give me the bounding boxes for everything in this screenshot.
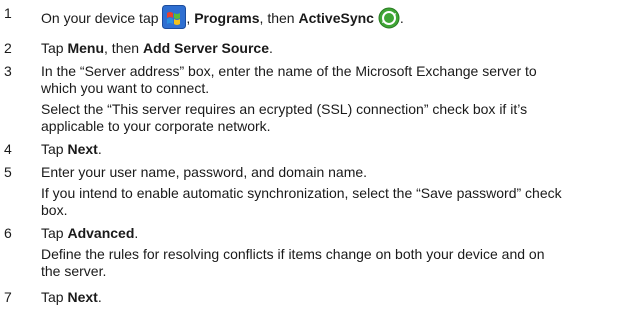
note-rules-line-2: the server. [41,263,107,279]
step-number: 1 [4,5,12,21]
step-number: 4 [4,141,12,157]
step-text: Tap Advanced. [41,225,139,241]
note-password-line-2: box. [41,202,68,218]
step-text: Tap Menu, then Add Server Source. [41,40,273,56]
note-ssl-line-2: applicable to your corporate network. [41,118,271,134]
step-number: 5 [4,164,12,180]
note-password-line-1: If you intend to enable automatic synchr… [41,185,562,201]
step-text-line-2: which you want to connect. [41,80,210,96]
step-text: Tap Next. [41,141,102,157]
step-text: On your device tap , Programs, then Acti… [41,5,404,33]
activesync-icon [378,7,400,33]
step-number: 6 [4,225,12,241]
step-text: Tap Next. [41,289,102,305]
windows-start-icon [162,5,187,33]
step-number: 7 [4,289,12,305]
step-text: Enter your user name, password, and doma… [41,164,368,180]
step-text-line-1: In the “Server address” box, enter the n… [41,63,537,79]
step-number: 3 [4,63,12,79]
note-ssl-line-1: Select the “This server requires an ecry… [41,101,528,117]
step-number: 2 [4,40,12,56]
note-rules-line-1: Define the rules for resolving conflicts… [41,246,545,262]
